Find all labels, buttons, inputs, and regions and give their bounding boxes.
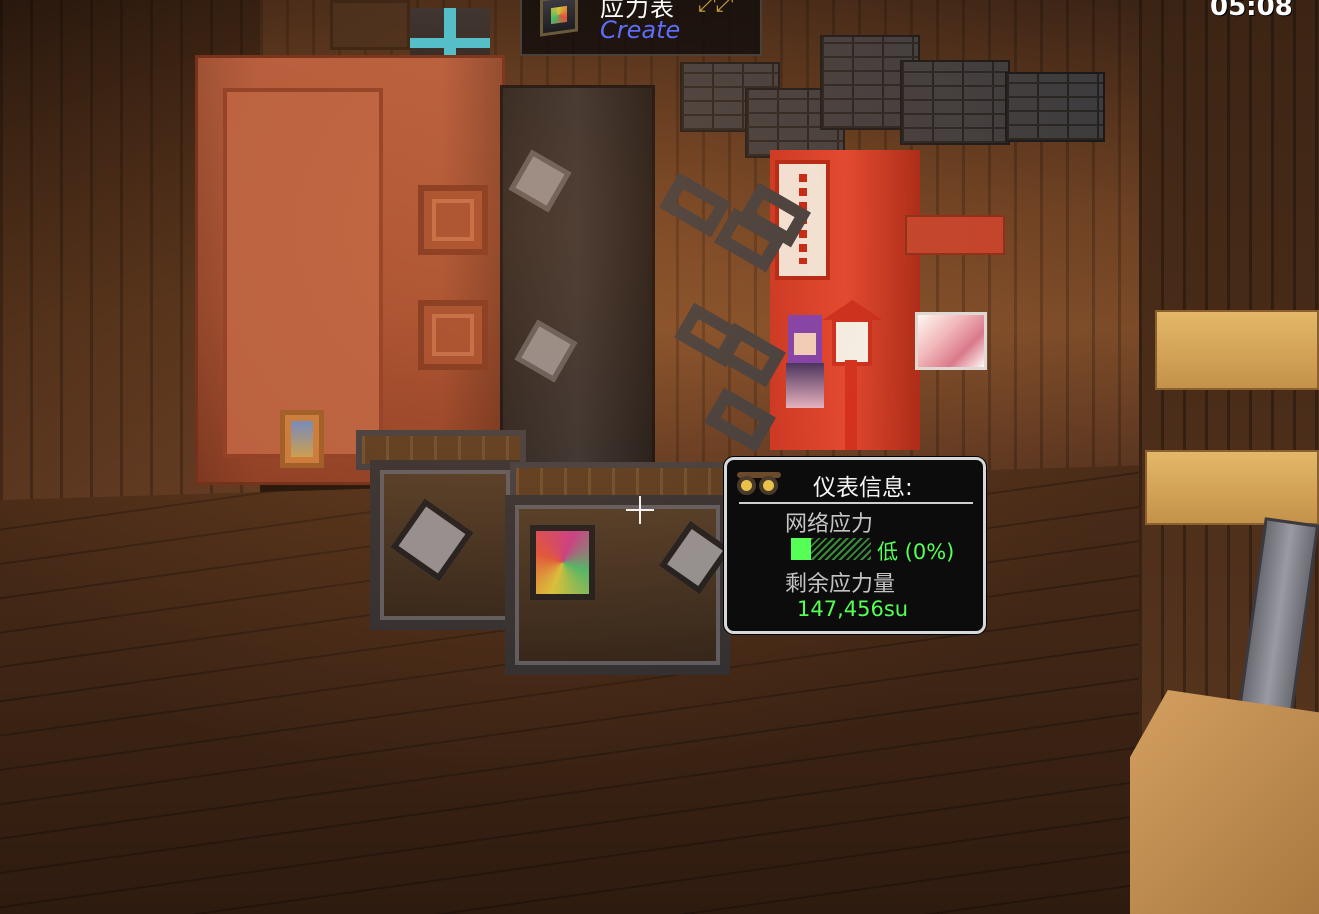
wardrobe-door	[223, 88, 383, 458]
stone-lantern	[832, 318, 872, 366]
game-clock: 05:08	[1210, 0, 1293, 22]
goggle-info-tooltip: 仪表信息: 网络应力 低 (0%) 剩余应力量 147,456su	[724, 457, 986, 634]
network-stress-label: 网络应力	[785, 512, 874, 537]
cogwheel	[514, 319, 578, 383]
player-hand	[1130, 690, 1319, 914]
wooden-plank	[1155, 310, 1319, 390]
wardrobe-carving	[418, 300, 488, 370]
stress-bar-empty	[811, 538, 871, 560]
stone-brick-block	[1005, 72, 1105, 142]
character-plush	[780, 315, 830, 410]
tooltip-divider	[739, 502, 973, 504]
red-wardrobe	[195, 55, 505, 485]
red-brick-blocks	[905, 215, 1005, 255]
arrow-decoration-icon: ⤢⤢	[698, 0, 734, 17]
picture-frame	[280, 410, 324, 468]
crosshair-icon	[626, 496, 654, 524]
remaining-capacity-label: 剩余应力量	[785, 572, 896, 597]
wardrobe-carving	[418, 185, 488, 255]
tooltip-header: 仪表信息:	[813, 475, 913, 501]
dark-wood-box	[330, 0, 410, 50]
wooden-plank	[1145, 450, 1319, 525]
remaining-capacity-value: 147,456su	[797, 597, 909, 621]
game-viewport[interactable]: 应力表 ⤢⤢ Create 05:08 仪表信息: 网络应力 低 (0%) 剩余…	[0, 0, 1319, 914]
held-item-mod: Create	[600, 16, 681, 44]
stressometer-icon	[540, 0, 578, 37]
held-item-banner: 应力表 ⤢⤢ Create	[520, 0, 762, 56]
sakura-painting	[915, 312, 987, 370]
stone-brick-block	[900, 60, 1010, 145]
stress-level-text: 低 (0%)	[877, 540, 955, 564]
stress-bar-fill	[791, 538, 811, 560]
stress-bar	[791, 538, 871, 560]
stressometer-dial	[530, 525, 595, 600]
engineers-goggles-icon	[737, 472, 781, 498]
cogwheel	[508, 149, 572, 213]
lantern-pole	[845, 360, 857, 450]
dark-belt-tower	[500, 85, 655, 465]
